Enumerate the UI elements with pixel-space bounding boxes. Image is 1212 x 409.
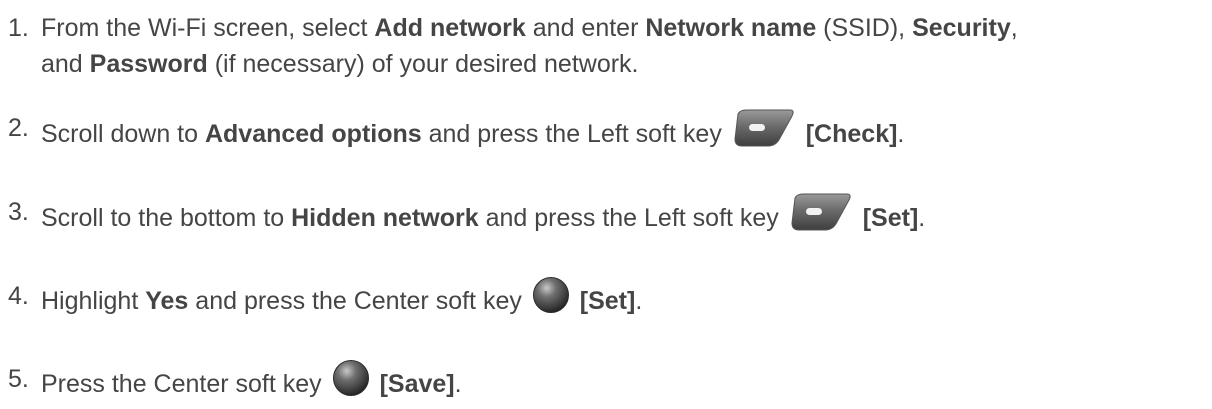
step-bold-term: Yes [145, 287, 189, 316]
step-text-segment: Press the Center soft key [41, 370, 329, 399]
step-text-segment: . [897, 120, 905, 149]
step-bold-term: Security [912, 14, 1011, 42]
step-text-segment: (if necessary) of your desired network. [207, 50, 639, 78]
step-text-segment: and [41, 50, 90, 78]
center-soft-key-icon [332, 359, 370, 406]
step-bold-term: Add network [374, 14, 526, 42]
left-soft-key-icon [789, 192, 853, 241]
step-text-segment: . [918, 204, 926, 233]
step-bold-term: Password [89, 50, 208, 78]
step-bold-term: Advanced options [204, 120, 422, 149]
step-text-segment: Scroll to the bottom to [41, 204, 292, 233]
step-text-segment: and press the Left soft key [421, 120, 729, 149]
center-soft-key-icon [532, 276, 570, 323]
step-bold-term: [Set] [862, 204, 919, 233]
step-bold-term: [Check] [805, 120, 898, 149]
step-text-segment: and press the Center soft key [188, 287, 529, 316]
step-text-segment: From the Wi-Fi screen, select [41, 14, 375, 42]
instruction-steps: 1. From the Wi-Fi screen, select Add net… [0, 0, 1212, 406]
step-bold-term: [Set] [579, 287, 636, 316]
step-text-segment: Scroll down to [41, 120, 205, 149]
step-text: From the Wi-Fi screen, select Add networ… [41, 11, 1206, 81]
step-text: Press the Center soft key [Save]. [41, 359, 1206, 409]
step-text-segment: Highlight [41, 287, 146, 316]
step-text-segment: and press the Left soft key [478, 204, 786, 233]
step-text: Scroll to the bottom to Hidden network a… [41, 192, 1206, 244]
step-bold-term: Network name [645, 14, 817, 42]
step-bold-term: Hidden network [291, 204, 479, 233]
step-text: Scroll down to Advanced options and pres… [41, 108, 1206, 160]
step-line: and Password (if necessary) of your desi… [41, 47, 1206, 81]
step-text-segment: . [454, 370, 462, 399]
step-line: From the Wi-Fi screen, select Add networ… [41, 11, 1206, 45]
step-text-segment: and enter [525, 14, 646, 42]
step-bold-term: [Save] [379, 370, 455, 399]
step-text: Highlight Yes and press the Center soft … [41, 276, 1206, 326]
step-text-segment: . [635, 287, 643, 316]
step-text-segment: , [1010, 14, 1018, 42]
step-text-segment: (SSID), [816, 14, 913, 42]
left-soft-key-icon [732, 108, 796, 157]
